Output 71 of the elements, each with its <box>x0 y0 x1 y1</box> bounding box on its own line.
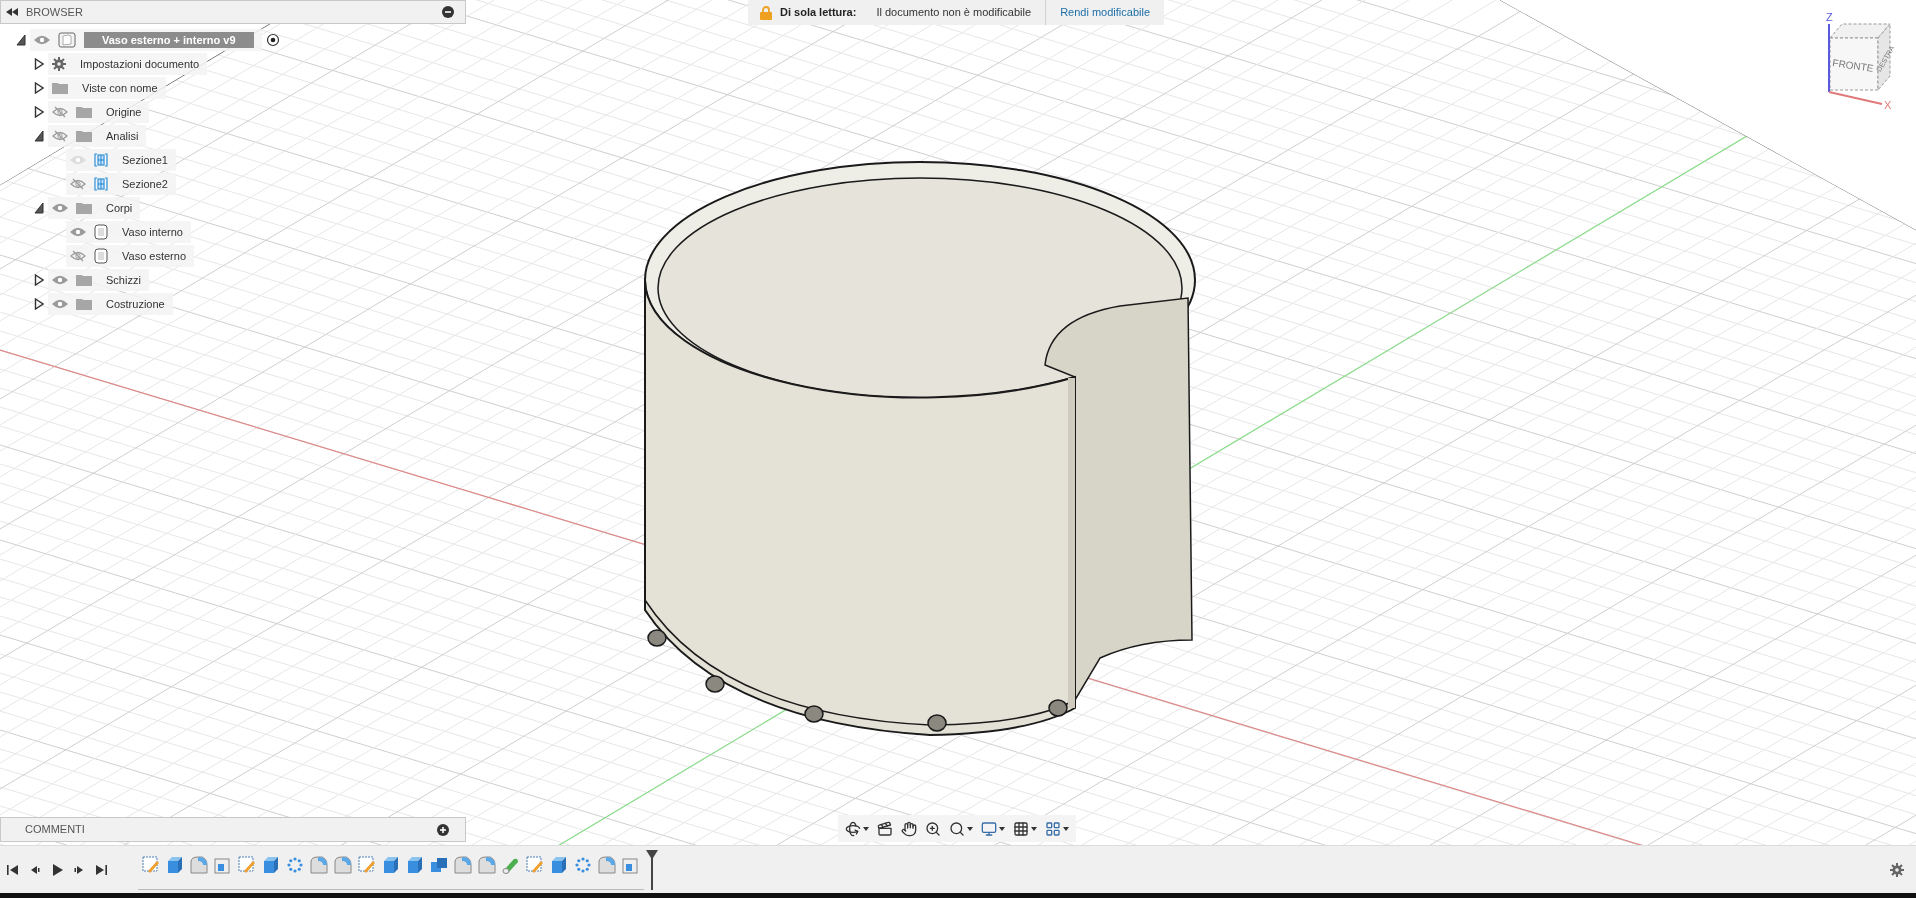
extrude-icon[interactable] <box>382 855 400 874</box>
settings-icon[interactable] <box>1890 862 1904 877</box>
hole-icon[interactable] <box>622 855 640 874</box>
caret-icon[interactable] <box>34 202 44 214</box>
eye-icon[interactable] <box>52 274 68 286</box>
extrude-icon[interactable] <box>166 855 184 874</box>
zoom-in-icon <box>925 820 941 837</box>
pattern-icon[interactable] <box>286 855 304 874</box>
extrude-icon[interactable] <box>550 855 568 874</box>
folder-icon <box>76 274 92 286</box>
layout-grid-icon <box>1045 820 1061 837</box>
read-only-label: Di sola lettura: <box>780 5 857 21</box>
fillet-icon[interactable] <box>190 855 208 874</box>
eye-slash-icon[interactable] <box>70 178 86 190</box>
timeline-marker-icon[interactable] <box>646 849 658 890</box>
pattern-icon[interactable] <box>574 855 592 874</box>
eye-slash-icon[interactable] <box>52 130 68 142</box>
fillet-icon[interactable] <box>334 855 352 874</box>
eye-slash-icon[interactable] <box>70 250 86 262</box>
minus-circle-icon[interactable] <box>442 6 454 18</box>
body-icon <box>94 224 108 240</box>
eye-icon[interactable] <box>52 202 68 214</box>
eye-slash-icon[interactable] <box>52 106 68 118</box>
lock-icon <box>760 5 772 20</box>
caret-icon[interactable] <box>34 58 44 70</box>
radio-icon[interactable] <box>265 33 280 47</box>
hole-icon[interactable] <box>214 855 232 874</box>
gear-icon <box>52 57 66 71</box>
fillet-icon[interactable] <box>310 855 328 874</box>
grid-icon <box>1013 820 1029 837</box>
caret-icon[interactable] <box>34 106 44 118</box>
last-step-icon <box>94 862 108 877</box>
first-step-icon <box>6 862 20 877</box>
folder-icon <box>76 298 92 310</box>
caret-icon <box>1063 826 1069 831</box>
caret-icon <box>1031 826 1037 831</box>
folder-icon <box>52 82 68 94</box>
play-icon <box>50 862 64 877</box>
panel-title: COMMENTI <box>25 822 85 838</box>
caret-icon[interactable] <box>34 274 44 286</box>
caret-icon <box>967 826 973 831</box>
eye-icon[interactable] <box>34 34 50 46</box>
caret-icon[interactable] <box>34 298 44 310</box>
fillet-icon[interactable] <box>454 855 472 874</box>
monitor-icon <box>981 820 997 837</box>
folder-icon <box>76 130 92 142</box>
body-icon <box>94 248 108 264</box>
caret-icon <box>863 826 869 831</box>
caret-icon <box>999 826 1005 831</box>
fillet-icon[interactable] <box>598 855 616 874</box>
folder-icon <box>76 202 92 214</box>
eye-icon[interactable] <box>70 226 86 238</box>
hand-icon <box>901 820 917 837</box>
folder-icon <box>76 106 92 118</box>
eye-icon[interactable] <box>52 298 68 310</box>
section-icon <box>94 177 108 191</box>
panel-title: BROWSER <box>26 4 83 20</box>
collapse-icon[interactable] <box>6 8 18 16</box>
plus-circle-icon[interactable] <box>437 823 449 836</box>
combine-icon[interactable] <box>430 855 448 874</box>
extrude-icon[interactable] <box>262 855 280 874</box>
search-icon <box>949 820 965 837</box>
make-editable-link[interactable]: Rendi modificabile <box>1046 4 1164 21</box>
caret-icon[interactable] <box>34 130 44 142</box>
read-only-message: Il documento non è modificabile <box>876 5 1032 21</box>
extrude-icon[interactable] <box>406 855 424 874</box>
fillet-icon[interactable] <box>478 855 496 874</box>
caret-icon[interactable] <box>16 34 26 46</box>
orbit-icon <box>845 820 861 837</box>
section-icon <box>94 153 108 167</box>
caret-icon[interactable] <box>34 82 44 94</box>
